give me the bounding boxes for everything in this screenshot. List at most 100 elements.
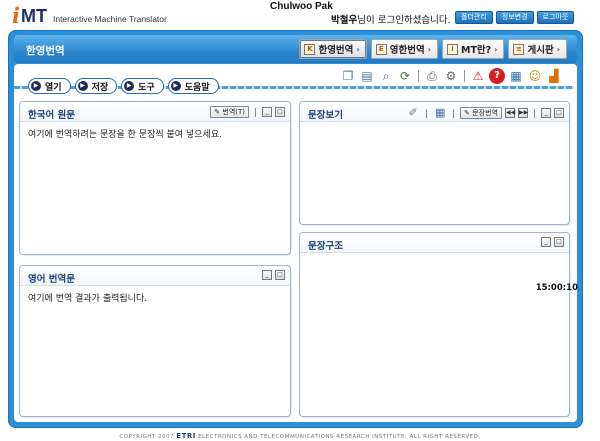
user-name: Chulwoo Pak (270, 1, 333, 12)
sentence-translate-label: 문장번역 (472, 109, 498, 117)
header: i MT Interactive Machine Translator Chul… (0, 0, 600, 28)
menu-tools[interactable]: ▶ 도구 (121, 78, 164, 94)
logo-i: i (12, 3, 20, 28)
warning-icon[interactable]: ⚠ (470, 68, 486, 84)
arrow-right-icon: ▶ (124, 81, 135, 91)
en-ko-icon: E (375, 43, 387, 55)
maximize-icon[interactable]: □ (275, 107, 285, 117)
menu-buttons: ▶ 열기 ▶ 저장 ▶ 도구 ▶ 도움말 (28, 78, 219, 94)
board-icon: ≡ (513, 43, 525, 55)
target-panel: 영어 번역문 _ □ 여기에 번역 결과가 출력됩니다. (19, 265, 291, 417)
logo-subtitle: Interactive Machine Translator (52, 14, 167, 24)
tool-icons: ❐ ▤ ⌕ ⟳ ⎙ ⚙ ⚠ ? ▦ ☺ ▟ (336, 68, 562, 84)
menu-open[interactable]: ▶ 열기 (28, 78, 71, 94)
source-panel-controls: ✎ 번역(T) _ □ (210, 106, 285, 118)
menu-label: 도움말 (184, 82, 210, 93)
user-icon[interactable]: ☺ (527, 68, 543, 84)
title-bar: 한영번역 K 한영번역 › E 영한번역 › i MT란? › ≡ 게시판 › (14, 35, 577, 63)
stats-icon[interactable]: ▟ (546, 68, 562, 84)
edit-icon[interactable]: ✐ (406, 106, 420, 120)
chevron-right-icon: › (356, 44, 360, 54)
tab-ko-en[interactable]: K 한영번역 › (299, 39, 367, 59)
menu-label: 도구 (138, 82, 155, 93)
sentence-structure-controls: _ □ (541, 237, 564, 247)
translate-button[interactable]: ✎ 번역(T) (210, 106, 249, 118)
sentence-structure-title: 문장구조 (308, 241, 343, 252)
previous-icon[interactable]: ◀◀ (505, 108, 515, 118)
logo: i MT Interactive Machine Translator (12, 4, 167, 26)
etri-logo: ETRI (176, 432, 196, 440)
source-panel-header: 한국어 원문 ✎ 번역(T) _ □ (20, 102, 290, 122)
copyright-prefix: COPYRIGHT 2007 (119, 434, 175, 440)
tab-en-ko[interactable]: E 영한번역 › (370, 39, 438, 59)
tab-label: 게시판 (527, 45, 554, 56)
login-name: 박철우 (331, 15, 358, 26)
sentence-view-panel: 문장보기 ✐ ▦ ✎ 문장번역 ◀◀ ▶▶ _ □ (299, 101, 570, 225)
logout-button[interactable]: 로그아웃 (536, 11, 575, 24)
paste-icon[interactable]: ▤ (359, 68, 375, 84)
sentence-translate-button[interactable]: ✎ 문장번역 (460, 107, 502, 119)
nav-tabs: K 한영번역 › E 영한번역 › i MT란? › ≡ 게시판 › (299, 39, 567, 59)
copyright-suffix: ELECTRONICS AND TELECOMMUNICATIONS RESEA… (198, 434, 481, 440)
arrow-right-icon: ▶ (170, 81, 181, 91)
minimize-icon[interactable]: _ (541, 108, 551, 118)
chevron-right-icon: › (427, 44, 431, 54)
folder-manage-button[interactable]: 폴더관리 (455, 11, 493, 24)
help-icon[interactable]: ? (489, 68, 505, 84)
sentence-structure-panel: 문장구조 _ □ (299, 232, 570, 417)
refresh-icon[interactable]: ⟳ (397, 68, 413, 84)
info-icon: i (446, 43, 458, 55)
settings-icon[interactable]: ⚙ (443, 68, 459, 84)
separator (426, 108, 428, 118)
tab-label: MT란? (460, 45, 492, 56)
chevron-right-icon: › (556, 44, 560, 54)
toolbar: ▶ 열기 ▶ 저장 ▶ 도구 ▶ 도움말 ❐ ▤ ⌕ ⟳ ⎙ ⚙ ⚠ ? ▦ ☺ ▟ (14, 68, 574, 95)
separator (534, 108, 535, 118)
tab-board[interactable]: ≡ 게시판 › (508, 39, 567, 59)
menu-help[interactable]: ▶ 도움말 (167, 78, 219, 94)
separator (255, 107, 256, 117)
login-suffix: 님이 로그인하셨습니다. (357, 15, 451, 26)
ko-en-icon: K (304, 43, 316, 55)
source-panel: 한국어 원문 ✎ 번역(T) _ □ 여기에 번역하려는 문장을 한 문장씩 붙… (19, 101, 291, 255)
minimize-icon[interactable]: _ (541, 237, 551, 247)
target-panel-controls: _ □ (262, 270, 285, 280)
login-message: 박철우님이 로그인하셨습니다. (331, 12, 451, 26)
minimize-icon[interactable]: _ (262, 107, 272, 117)
source-panel-title: 한국어 원문 (28, 110, 76, 121)
minimize-icon[interactable]: _ (262, 270, 272, 280)
source-text-area[interactable]: 여기에 번역하려는 문장을 한 문장씩 붙여 넣으세요. (28, 127, 282, 140)
sentence-view-title: 문장보기 (308, 110, 343, 121)
arrow-right-icon: ▶ (77, 81, 88, 91)
menu-label: 열기 (45, 82, 62, 93)
sentence-structure-header: 문장구조 _ □ (300, 233, 569, 253)
dictionary-icon[interactable]: ▦ (508, 68, 524, 84)
target-panel-title: 영어 번역문 (28, 274, 76, 285)
tab-about-imt[interactable]: i MT란? › (441, 39, 505, 59)
separator (464, 70, 465, 82)
tab-label: 영한번역 (389, 45, 425, 56)
sentence-view-header: 문장보기 ✐ ▦ ✎ 문장번역 ◀◀ ▶▶ _ □ (300, 102, 569, 122)
edit-info-button[interactable]: 정보변경 (495, 11, 534, 24)
target-text-area[interactable]: 여기에 번역 결과가 출력됩니다. (28, 291, 282, 304)
maximize-icon[interactable]: □ (554, 237, 564, 247)
menu-save[interactable]: ▶ 저장 (74, 78, 118, 94)
page-title: 한영번역 (26, 45, 65, 57)
print-icon[interactable]: ⎙ (424, 68, 440, 84)
next-icon[interactable]: ▶▶ (518, 108, 528, 118)
grid-icon[interactable]: ▦ (433, 106, 447, 120)
translate-button-label: 번역(T) (222, 108, 245, 116)
logo-mt: MT (20, 6, 47, 26)
menu-label: 저장 (91, 82, 109, 93)
separator (453, 108, 455, 118)
maximize-icon[interactable]: □ (275, 270, 285, 280)
search-icon[interactable]: ⌕ (378, 68, 394, 84)
target-panel-header: 영어 번역문 _ □ (20, 266, 290, 286)
arrow-right-icon: ▶ (31, 81, 41, 91)
tab-label: 한영번역 (318, 45, 354, 56)
separator (418, 70, 419, 82)
maximize-icon[interactable]: □ (554, 108, 564, 118)
top-buttons: 폴더관리 정보변경 로그아웃 (455, 11, 575, 24)
time-label: 15:00:10 (535, 283, 578, 293)
copy-icon[interactable]: ❐ (340, 68, 356, 84)
